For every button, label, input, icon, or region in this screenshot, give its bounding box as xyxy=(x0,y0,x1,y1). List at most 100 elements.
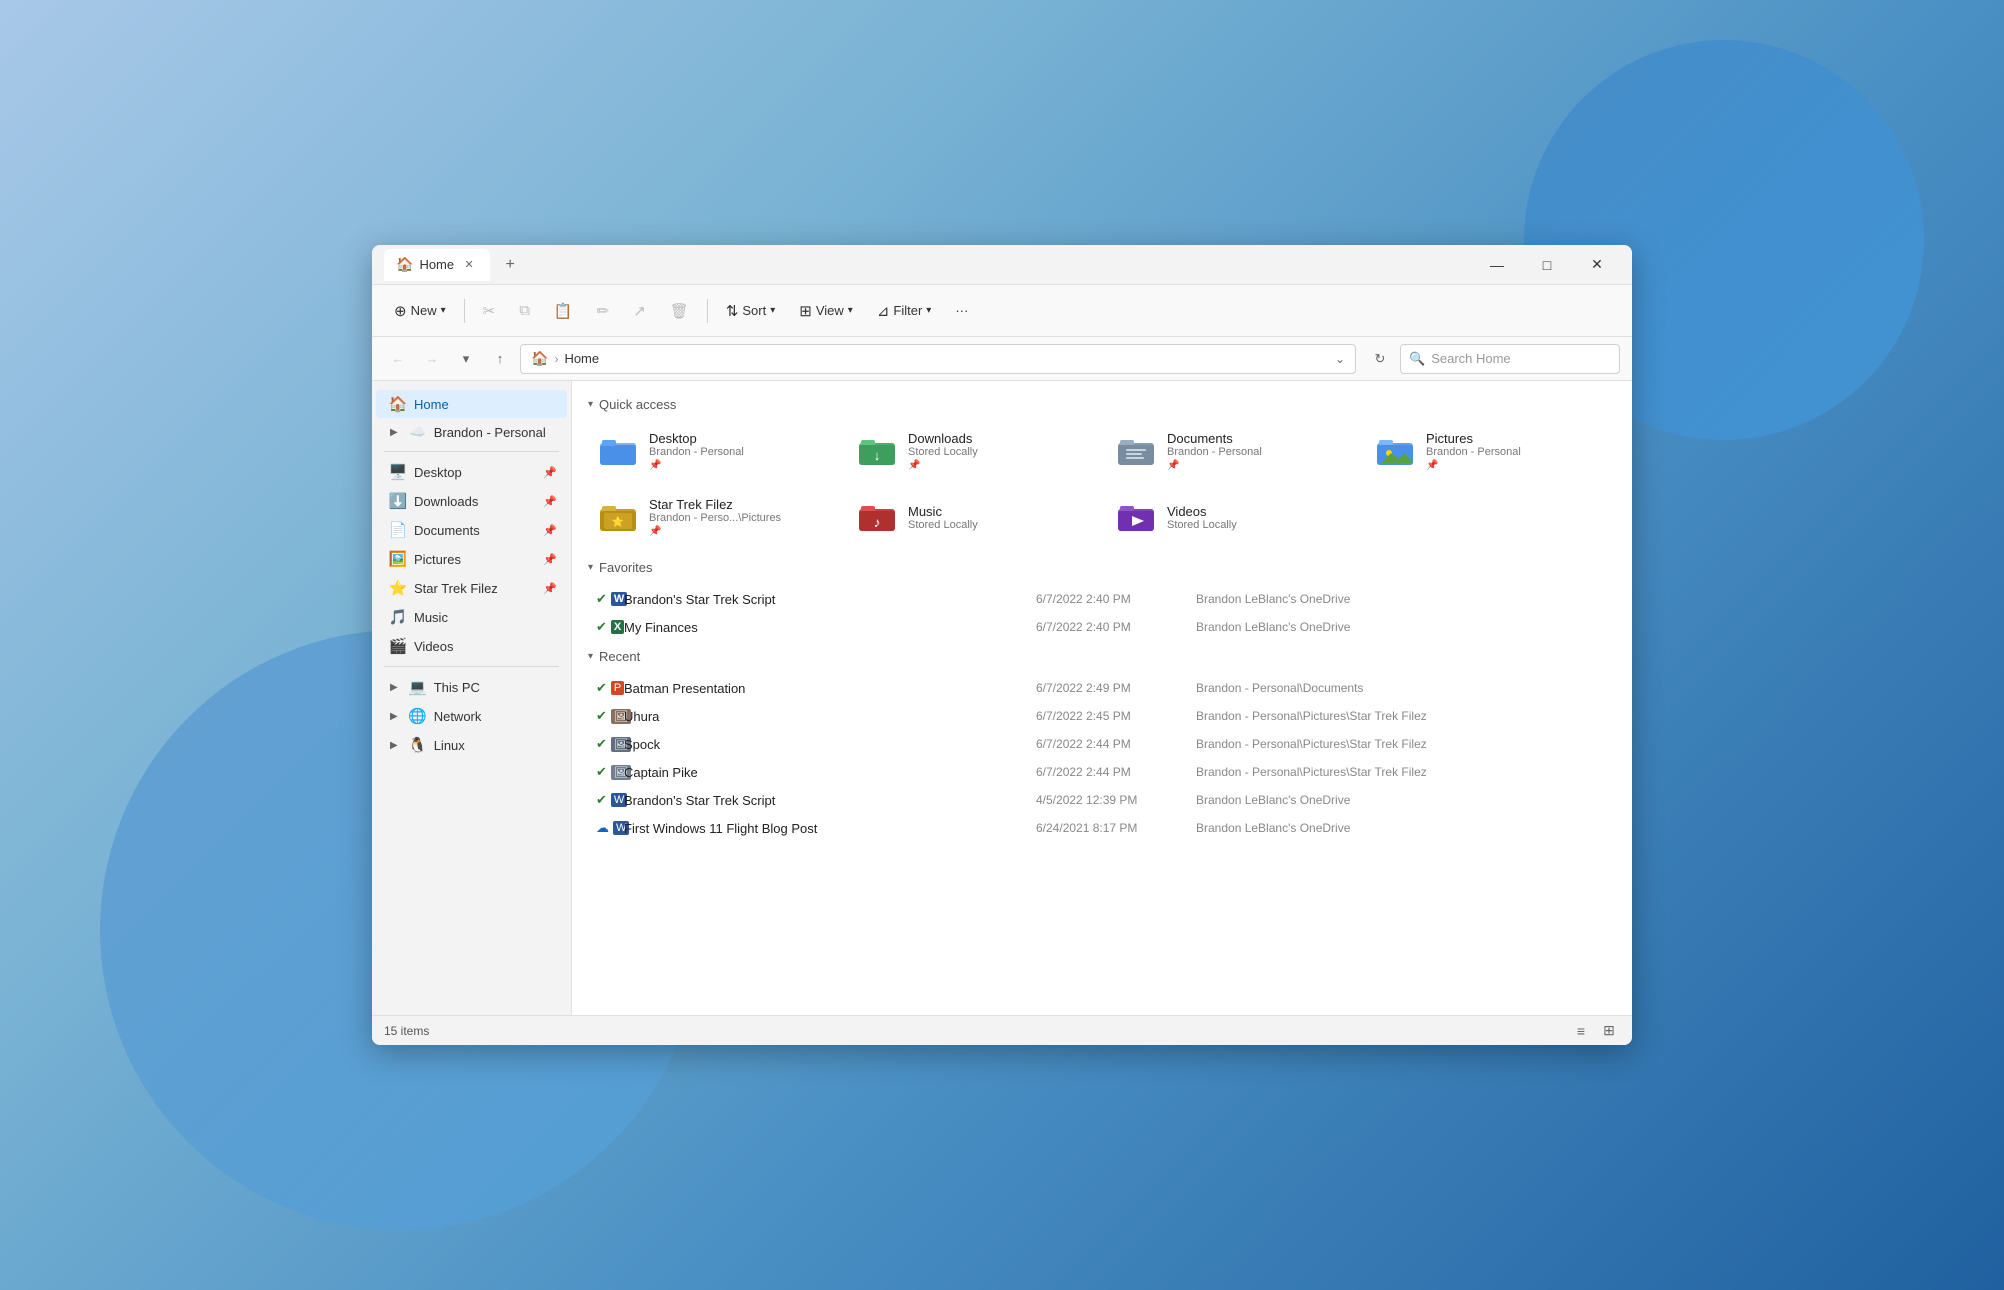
rename-button: ✏ xyxy=(587,293,620,329)
downloads-sidebar-icon: ⬇️ xyxy=(388,492,408,510)
excel-icon: X xyxy=(611,620,624,634)
recent-row-4-date: 4/5/2022 12:39 PM xyxy=(1036,793,1196,807)
recent-row-1-sync: ✔ xyxy=(596,708,607,724)
desktop-sidebar-label: Desktop xyxy=(414,465,537,480)
sort-dropdown-arrow: ▾ xyxy=(770,305,775,316)
downloads-folder-icon: ↓ xyxy=(858,431,898,471)
close-button[interactable]: ✕ xyxy=(1574,249,1620,281)
recent-list: ✔ P Batman Presentation 6/7/2022 2:49 PM… xyxy=(588,674,1616,842)
view-button[interactable]: ⊞ View ▾ xyxy=(789,293,863,329)
desktop-sidebar-icon: 🖥️ xyxy=(388,463,408,481)
address-home-icon: 🏠 xyxy=(531,350,548,367)
pictures-sidebar-icon: 🖼️ xyxy=(388,550,408,568)
list-view-button[interactable]: ≡ xyxy=(1570,1020,1592,1042)
recent-row-5-icon: ☁ W xyxy=(596,820,624,836)
sidebar-item-brandon[interactable]: ▶ ☁️ Brandon - Personal xyxy=(376,419,567,445)
documents-card-pin: 📌 xyxy=(1167,460,1262,471)
recent-label: Recent xyxy=(599,649,640,664)
videos-card-info: Videos Stored Locally xyxy=(1167,504,1237,531)
tab-close-button[interactable]: ✕ xyxy=(460,256,478,274)
refresh-button[interactable]: ↻ xyxy=(1366,345,1394,373)
recent-row-5[interactable]: ☁ W First Windows 11 Flight Blog Post 6/… xyxy=(588,814,1616,842)
fav-row-0-icon: ✔ W xyxy=(596,591,624,607)
sort-button[interactable]: ⇅ Sort ▾ xyxy=(716,293,785,329)
recent-row-0[interactable]: ✔ P Batman Presentation 6/7/2022 2:49 PM… xyxy=(588,674,1616,702)
brandon-cloud-icon: ☁️ xyxy=(408,424,428,440)
startrek-card-sub: Brandon - Perso...\Pictures xyxy=(649,512,781,524)
filter-label: Filter xyxy=(893,303,922,318)
recent-row-0-date: 6/7/2022 2:49 PM xyxy=(1036,681,1196,695)
sidebar-item-music[interactable]: 🎵 Music xyxy=(376,603,567,631)
recent-row-2[interactable]: ✔ 🖼 Spock 6/7/2022 2:44 PM Brandon - Per… xyxy=(588,730,1616,758)
sidebar-item-startrek[interactable]: ⭐ Star Trek Filez 📌 xyxy=(376,574,567,602)
sidebar-item-home[interactable]: 🏠 Home xyxy=(376,390,567,418)
more-button[interactable]: ··· xyxy=(945,293,978,329)
documents-card-sub: Brandon - Personal xyxy=(1167,446,1262,458)
address-dropdown-icon[interactable]: ⌄ xyxy=(1335,352,1345,366)
folder-card-downloads[interactable]: ↓ Downloads Stored Locally 📌 xyxy=(847,422,1098,480)
recent-header[interactable]: ▾ Recent xyxy=(588,649,1616,664)
folder-card-videos[interactable]: Videos Stored Locally xyxy=(1106,488,1357,546)
folder-card-documents[interactable]: Documents Brandon - Personal 📌 xyxy=(1106,422,1357,480)
recent-row-3[interactable]: ✔ 🖼 Captain Pike 6/7/2022 2:44 PM Brando… xyxy=(588,758,1616,786)
minimize-button[interactable]: — xyxy=(1474,249,1520,281)
documents-folder-icon xyxy=(1117,431,1157,471)
favorites-list: ✔ W Brandon's Star Trek Script 6/7/2022 … xyxy=(588,585,1616,641)
copy-button: ⧉ xyxy=(509,293,540,329)
sidebar-item-linux[interactable]: ▶ 🐧 Linux xyxy=(376,731,567,759)
recent-locations-button[interactable]: ▾ xyxy=(452,345,480,373)
folder-card-startrek[interactable]: ⭐ Star Trek Filez Brandon - Perso...\Pic… xyxy=(588,488,839,546)
file-explorer-window: 🏠 Home ✕ + — □ ✕ ⊕ New ▾ ✂ ⧉ 📋 ✏ xyxy=(372,245,1632,1045)
music-card-info: Music Stored Locally xyxy=(908,504,978,531)
downloads-pin-icon: 📌 xyxy=(543,495,557,508)
recent-row-1[interactable]: ✔ 🖼 Uhura 6/7/2022 2:45 PM Brandon - Per… xyxy=(588,702,1616,730)
fav-row-0-sync: ✔ xyxy=(596,591,607,607)
startrek-card-name: Star Trek Filez xyxy=(649,497,781,512)
maximize-button[interactable]: □ xyxy=(1524,249,1570,281)
fav-row-0[interactable]: ✔ W Brandon's Star Trek Script 6/7/2022 … xyxy=(588,585,1616,613)
documents-sidebar-icon: 📄 xyxy=(388,521,408,539)
search-box[interactable]: 🔍 Search Home xyxy=(1400,344,1620,374)
fav-row-0-name: Brandon's Star Trek Script xyxy=(624,592,1036,607)
filter-button[interactable]: ⊿ Filter ▾ xyxy=(867,293,942,329)
folder-card-music[interactable]: ♪ Music Stored Locally xyxy=(847,488,1098,546)
sidebar-item-downloads[interactable]: ⬇️ Downloads 📌 xyxy=(376,487,567,515)
up-button[interactable]: ↑ xyxy=(486,345,514,373)
toolbar: ⊕ New ▾ ✂ ⧉ 📋 ✏ ↗ 🗑 ⇅ Sort ▾ ⊞ xyxy=(372,285,1632,337)
address-input[interactable]: 🏠 › Home ⌄ xyxy=(520,344,1356,374)
new-tab-button[interactable]: + xyxy=(496,251,524,279)
new-button[interactable]: ⊕ New ▾ xyxy=(384,293,456,329)
recent-row-4-icon: ✔ W xyxy=(596,792,624,808)
more-label: ··· xyxy=(955,303,968,318)
sidebar-item-videos[interactable]: 🎬 Videos xyxy=(376,632,567,660)
thispc-expand-icon: ▶ xyxy=(390,682,398,693)
folder-card-pictures[interactable]: Pictures Brandon - Personal 📌 xyxy=(1365,422,1616,480)
address-separator: › xyxy=(554,352,558,366)
status-bar: 15 items ≡ ⊞ xyxy=(372,1015,1632,1045)
sidebar-item-network[interactable]: ▶ 🌐 Network xyxy=(376,702,567,730)
folder-card-desktop[interactable]: Desktop Brandon - Personal 📌 xyxy=(588,422,839,480)
videos-sidebar-icon: 🎬 xyxy=(388,637,408,655)
recent-row-5-name: First Windows 11 Flight Blog Post xyxy=(624,821,1036,836)
fav-row-1[interactable]: ✔ X My Finances 6/7/2022 2:40 PM Brandon… xyxy=(588,613,1616,641)
filter-dropdown-arrow: ▾ xyxy=(926,305,931,316)
sidebar-item-pictures[interactable]: 🖼️ Pictures 📌 xyxy=(376,545,567,573)
recent-row-4-location: Brandon LeBlanc's OneDrive xyxy=(1196,793,1608,807)
grid-view-button[interactable]: ⊞ xyxy=(1598,1020,1620,1042)
fav-row-1-date: 6/7/2022 2:40 PM xyxy=(1036,620,1196,634)
sidebar-item-thispc[interactable]: ▶ 💻 This PC xyxy=(376,673,567,701)
quick-access-header[interactable]: ▾ Quick access xyxy=(588,397,1616,412)
paste-icon: 📋 xyxy=(554,302,573,320)
ppt-icon: P xyxy=(611,681,624,695)
sidebar-item-desktop[interactable]: 🖥️ Desktop 📌 xyxy=(376,458,567,486)
thispc-sidebar-icon: 💻 xyxy=(408,678,428,696)
recent-row-3-name: Captain Pike xyxy=(624,765,1036,780)
sidebar-item-documents[interactable]: 📄 Documents 📌 xyxy=(376,516,567,544)
home-tab[interactable]: 🏠 Home ✕ xyxy=(384,249,490,281)
favorites-header[interactable]: ▾ Favorites xyxy=(588,560,1616,575)
delete-button: 🗑 xyxy=(660,293,699,329)
pictures-sidebar-label: Pictures xyxy=(414,552,537,567)
recent-row-4[interactable]: ✔ W Brandon's Star Trek Script 4/5/2022 … xyxy=(588,786,1616,814)
recent-row-5-location: Brandon LeBlanc's OneDrive xyxy=(1196,821,1608,835)
recent-row-3-sync: ✔ xyxy=(596,764,607,780)
